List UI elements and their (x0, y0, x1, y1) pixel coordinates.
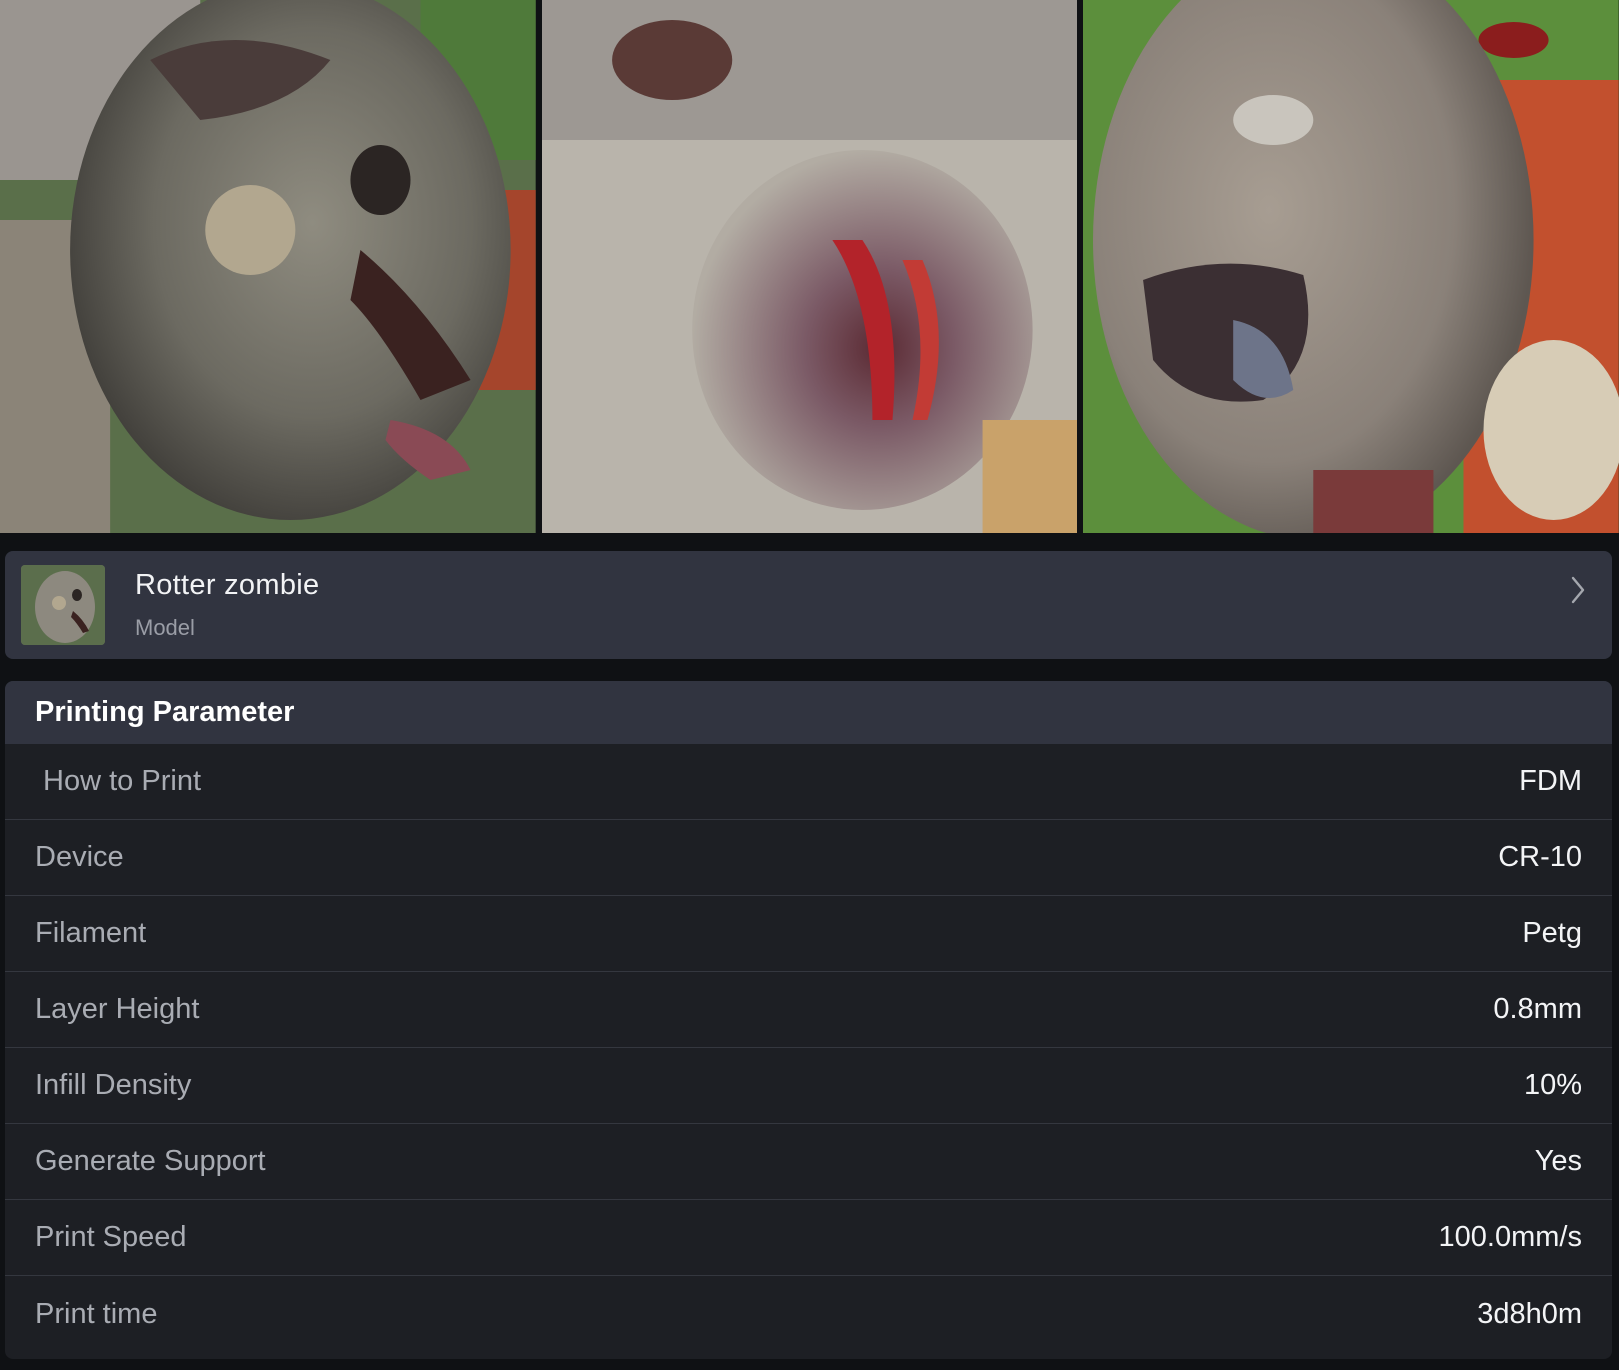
param-label: How to Print (35, 765, 201, 797)
param-label: Device (35, 841, 124, 873)
printing-parameter-panel: Printing Parameter How to Print FDM Devi… (5, 681, 1612, 1359)
param-label: Filament (35, 917, 147, 949)
model-thumbnail (21, 565, 105, 645)
model-title: Rotter zombie (135, 569, 320, 601)
photo-gallery (0, 0, 1619, 533)
model-card[interactable]: Rotter zombie Model (5, 551, 1612, 659)
param-row-print-time: Print time 3d8h0m (5, 1276, 1612, 1352)
param-value: Yes (1534, 1145, 1582, 1177)
gallery-photo-1[interactable] (0, 0, 536, 533)
param-row-print-speed: Print Speed 100.0mm/s (5, 1200, 1612, 1276)
param-value: Petg (1522, 917, 1582, 949)
param-value: 3d8h0m (1477, 1297, 1582, 1330)
param-value: 0.8mm (1493, 993, 1582, 1025)
param-value: CR-10 (1498, 841, 1582, 873)
model-subtitle: Model (135, 615, 195, 640)
gallery-photo-2[interactable] (541, 0, 1078, 533)
gallery-photo-3[interactable] (1083, 0, 1619, 533)
param-row-device: Device CR-10 (5, 820, 1612, 896)
param-label: Infill Density (35, 1069, 192, 1101)
param-row-infill-density: Infill Density 10% (5, 1048, 1612, 1124)
param-value: 10% (1523, 1069, 1582, 1101)
printing-parameter-header: Printing Parameter (5, 681, 1612, 744)
model-detail-page: Rotter zombie Model Printing Parameter H… (0, 0, 1619, 1370)
param-label: Print Speed (35, 1221, 187, 1253)
param-row-filament: Filament Petg (5, 896, 1612, 972)
chevron-right-icon[interactable] (1566, 573, 1590, 607)
param-value: 100.0mm/s (1438, 1221, 1582, 1253)
param-label: Layer Height (35, 993, 200, 1025)
param-value: FDM (1519, 765, 1582, 797)
param-row-layer-height: Layer Height 0.8mm (5, 972, 1612, 1048)
param-row-generate-support: Generate Support Yes (5, 1124, 1612, 1200)
param-label: Generate Support (35, 1145, 266, 1177)
param-label: Print time (35, 1297, 158, 1330)
param-row-how-to-print: How to Print FDM (5, 744, 1612, 820)
